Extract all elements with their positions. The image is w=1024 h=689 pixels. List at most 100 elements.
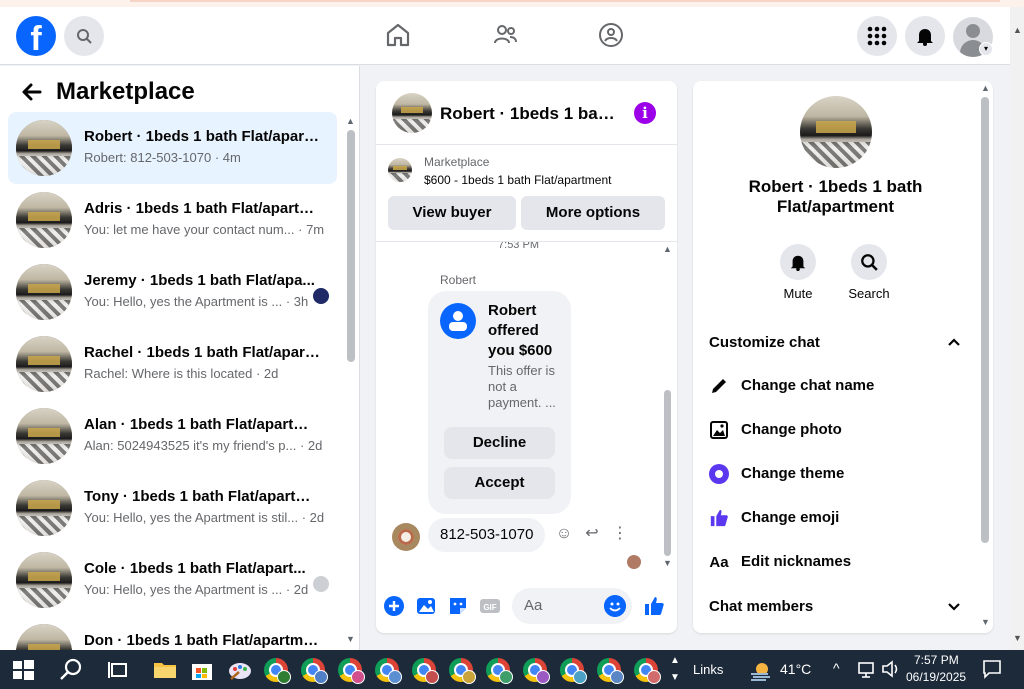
- more-options-button[interactable]: More options: [521, 196, 665, 230]
- thread-snippet: Robert: 812-503-1070 · 4m: [84, 150, 241, 165]
- chrome-profile-icon[interactable]: [523, 658, 550, 684]
- friends-icon[interactable]: [491, 21, 519, 49]
- menu-grid-button[interactable]: [857, 16, 897, 56]
- decline-button[interactable]: Decline: [444, 427, 555, 459]
- chevron-down-icon[interactable]: [947, 600, 961, 614]
- seen-avatar: [313, 288, 329, 304]
- thread-snippet: You: Hello, yes the Apartment is ... · 2…: [84, 582, 309, 597]
- page-scrollbar[interactable]: ▲ ▼: [1010, 7, 1024, 650]
- chat-window: Robert · 1beds 1 bath Flat/apartment i M…: [376, 81, 677, 633]
- windows-start-icon[interactable]: [10, 657, 36, 683]
- chat-members-header[interactable]: Chat members: [709, 598, 813, 615]
- gif-icon[interactable]: GIF: [479, 595, 501, 617]
- thumbs-up-icon: [709, 508, 729, 528]
- links-toolbar[interactable]: Links: [693, 662, 723, 677]
- thread-name: Cole · 1beds 1 bath Flat/apart...: [84, 560, 306, 577]
- chat-profile-picture[interactable]: [800, 96, 872, 168]
- accept-button[interactable]: Accept: [444, 467, 555, 499]
- store-icon[interactable]: [189, 657, 215, 683]
- chrome-profile-icon[interactable]: [412, 658, 439, 684]
- menu-grid-icon: [867, 26, 887, 46]
- tray-chevron-up-icon[interactable]: ^: [833, 660, 840, 676]
- thread-item[interactable]: Rachel · 1beds 1 bath Flat/apart... Rach…: [8, 328, 337, 400]
- browser-top-strip: [0, 0, 1024, 7]
- thread-item[interactable]: Jeremy · 1beds 1 bath Flat/apa... You: H…: [8, 256, 337, 328]
- thread-item[interactable]: Don · 1beds 1 bath Flat/apartment: [8, 616, 337, 650]
- network-icon[interactable]: [856, 658, 878, 680]
- info-panel-scrollbar[interactable]: ▲ ▼: [979, 81, 991, 633]
- file-explorer-icon[interactable]: [152, 657, 178, 683]
- more-icon[interactable]: ⋮: [610, 524, 630, 544]
- change-chat-name-option[interactable]: Change chat name: [709, 374, 969, 398]
- message-bubble[interactable]: 812-503-1070: [428, 518, 546, 552]
- chat-scrollbar[interactable]: ▲ ▼: [663, 242, 673, 583]
- notifications-button[interactable]: [905, 16, 945, 56]
- clock-time[interactable]: 7:57 PM: [914, 653, 959, 667]
- photo-icon[interactable]: [415, 595, 437, 617]
- listing-thumbnail: [16, 120, 72, 176]
- chrome-profile-icon[interactable]: [560, 658, 587, 684]
- listing-title[interactable]: $600 - 1beds 1 bath Flat/apartment: [424, 173, 611, 187]
- listing-thumbnail: [16, 192, 72, 248]
- thread-item[interactable]: Adris · 1beds 1 bath Flat/apartm... You:…: [8, 184, 337, 256]
- option-label: Change theme: [741, 465, 845, 482]
- edit-nicknames-option[interactable]: Aa Edit nicknames: [709, 550, 969, 574]
- chat-title[interactable]: Robert · 1beds 1 bath Flat/apartment: [440, 104, 620, 124]
- change-emoji-option[interactable]: Change emoji: [709, 506, 969, 530]
- thread-name: Adris · 1beds 1 bath Flat/apartm...: [84, 200, 320, 217]
- offer-icon: [440, 303, 476, 339]
- chrome-profile-icon[interactable]: [597, 658, 624, 684]
- listing-thumbnail: [16, 552, 72, 608]
- chrome-profile-icon[interactable]: [301, 658, 328, 684]
- chrome-profile-icon[interactable]: [634, 658, 661, 684]
- search-label: Search: [848, 286, 890, 301]
- chrome-profile-icon[interactable]: [338, 658, 365, 684]
- reply-icon[interactable]: ↩: [582, 524, 602, 544]
- react-icon[interactable]: ☺: [554, 524, 574, 544]
- thumbs-up-icon[interactable]: [643, 595, 665, 617]
- thread-item[interactable]: Alan · 1beds 1 bath Flat/apartment Alan:…: [8, 400, 337, 472]
- listing-thumbnail: [16, 264, 72, 320]
- bell-icon: [917, 29, 933, 46]
- change-theme-option[interactable]: Change theme: [709, 462, 969, 486]
- volume-icon[interactable]: [880, 658, 902, 680]
- paint-icon[interactable]: [227, 657, 253, 683]
- chevron-up-icon[interactable]: [947, 335, 961, 349]
- customize-chat-header[interactable]: Customize chat: [709, 334, 820, 351]
- taskbar-overflow-arrows[interactable]: ▲ ▼: [668, 652, 682, 688]
- search-button[interactable]: [64, 16, 104, 56]
- task-view-icon[interactable]: [106, 657, 132, 683]
- message-input[interactable]: Aa: [512, 588, 632, 624]
- notification-center-icon[interactable]: [981, 658, 1003, 680]
- marketplace-listing-banner: Marketplace $600 - 1beds 1 bath Flat/apa…: [376, 145, 677, 242]
- listing-thumbnail: [16, 480, 72, 536]
- temperature[interactable]: 41°C: [780, 661, 811, 677]
- chrome-profile-icon[interactable]: [449, 658, 476, 684]
- home-icon[interactable]: [384, 21, 412, 49]
- read-receipt-avatar: [627, 555, 641, 569]
- chrome-profile-icon[interactable]: [486, 658, 513, 684]
- sender-avatar[interactable]: [392, 523, 420, 551]
- back-arrow-icon[interactable]: [20, 80, 44, 104]
- groups-icon[interactable]: [597, 21, 625, 49]
- search-in-chat-button[interactable]: [851, 244, 887, 280]
- sticker-icon[interactable]: [447, 595, 469, 617]
- view-buyer-button[interactable]: View buyer: [388, 196, 516, 230]
- thread-item[interactable]: Robert · 1beds 1 bath Flat/apart... Robe…: [8, 112, 337, 184]
- weather-icon[interactable]: [748, 658, 774, 684]
- mute-button[interactable]: [780, 244, 816, 280]
- chat-avatar[interactable]: [392, 93, 432, 133]
- facebook-logo[interactable]: f: [16, 16, 56, 56]
- chrome-profile-icon[interactable]: [264, 658, 291, 684]
- emoji-icon[interactable]: [604, 595, 626, 617]
- clock-date[interactable]: 06/19/2025: [906, 670, 966, 684]
- account-chevron-icon[interactable]: ▾: [979, 42, 993, 56]
- info-icon[interactable]: i: [634, 102, 656, 124]
- thread-list-scrollbar[interactable]: ▲ ▼: [344, 116, 356, 646]
- thread-item[interactable]: Tony · 1beds 1 bath Flat/apartme... You:…: [8, 472, 337, 544]
- search-icon[interactable]: [58, 657, 84, 683]
- thread-item[interactable]: Cole · 1beds 1 bath Flat/apart... You: H…: [8, 544, 337, 616]
- plus-icon[interactable]: [383, 595, 405, 617]
- change-photo-option[interactable]: Change photo: [709, 418, 969, 442]
- chrome-profile-icon[interactable]: [375, 658, 402, 684]
